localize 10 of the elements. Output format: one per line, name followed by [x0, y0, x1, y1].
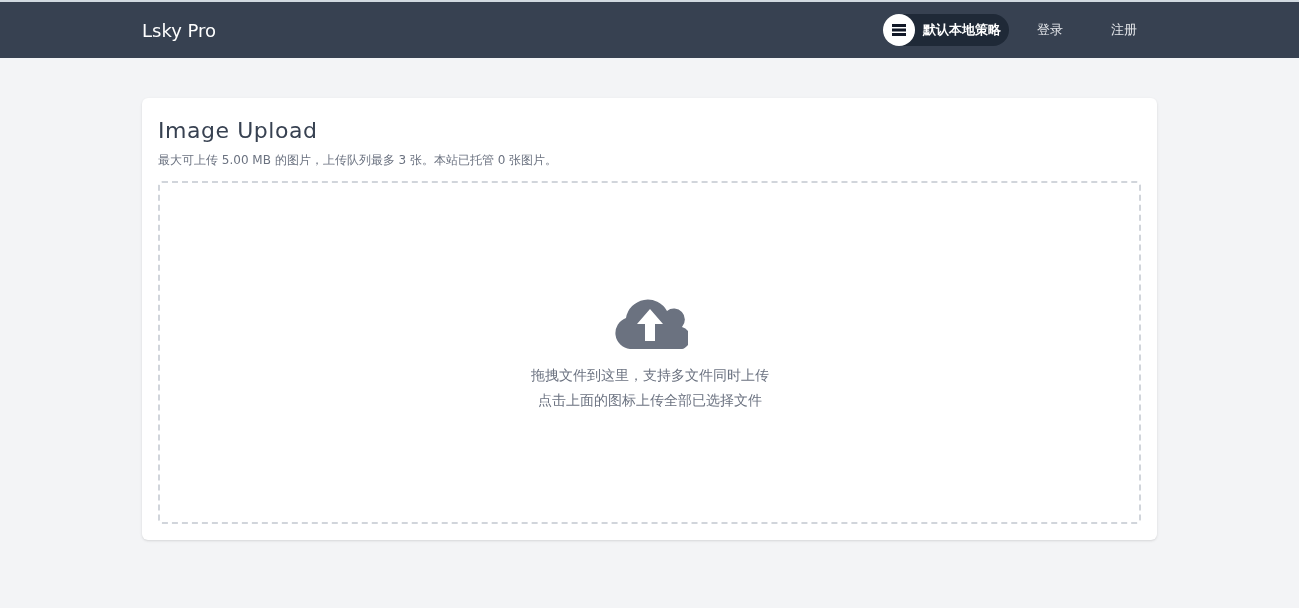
strategy-button[interactable]: 默认本地策略 [883, 14, 1009, 46]
storage-icon [883, 14, 915, 46]
drop-hint-text: 拖拽文件到这里，支持多文件同时上传 [530, 365, 769, 385]
page-title: Image Upload [158, 117, 319, 145]
drop-hint-text: 点击上面的图标上传全部已选择文件 [537, 390, 762, 410]
upload-info-text: 最大可上传 5.00 MB 的图片，上传队列最多 3 张。本站已托管 0 张图片。 [158, 152, 559, 169]
nav-link[interactable]: 登录 [1017, 20, 1083, 40]
nav-link[interactable]: 注册 [1091, 20, 1157, 40]
brand-link[interactable]: Lsky Pro [142, 16, 217, 44]
drop-zone[interactable]: 拖拽文件到这里，支持多文件同时上传 点击上面的图标上传全部已选择文件 [158, 181, 1141, 524]
